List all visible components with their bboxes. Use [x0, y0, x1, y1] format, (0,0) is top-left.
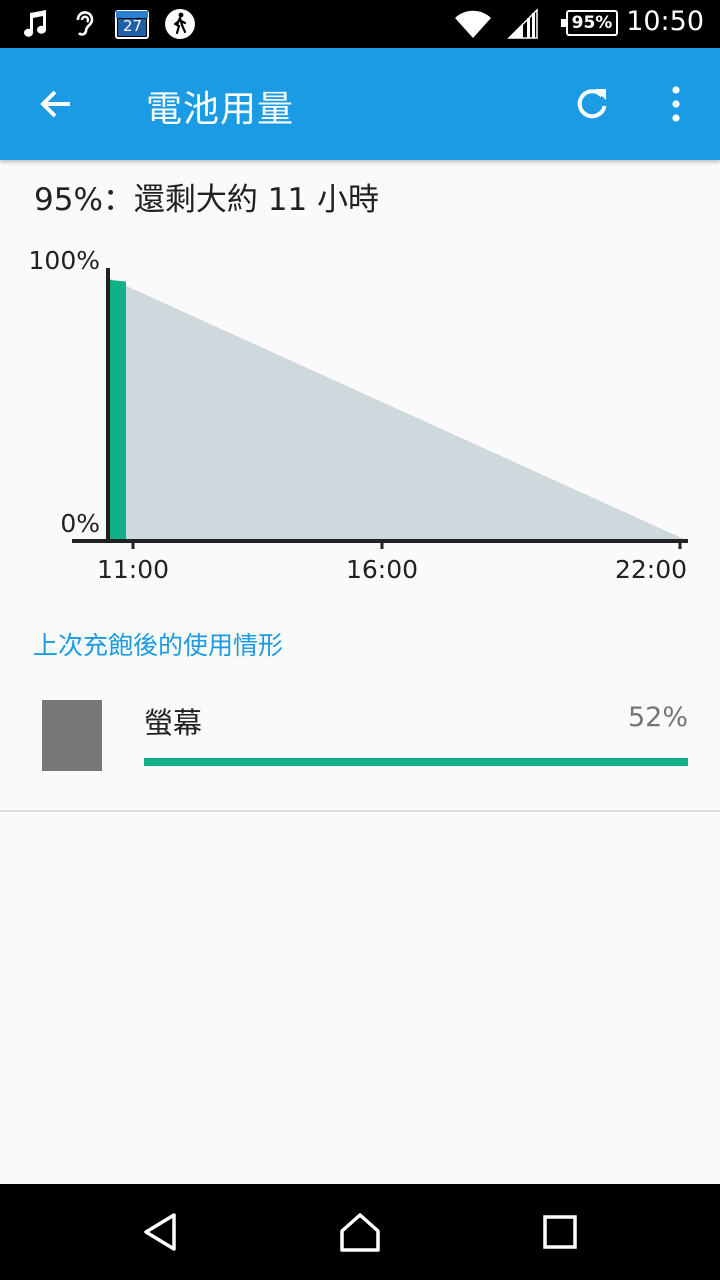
y-label-100: 100%	[29, 246, 100, 275]
nav-back-button[interactable]	[120, 1202, 200, 1262]
divider	[0, 810, 720, 812]
page-title: 電池用量	[146, 89, 295, 130]
walking-icon	[164, 8, 196, 40]
usage-bar-fill	[144, 758, 688, 766]
home-icon	[340, 1213, 380, 1252]
x-label-11: 11:00	[97, 555, 169, 584]
refresh-button[interactable]	[564, 76, 620, 132]
cell-signal-icon	[506, 8, 540, 40]
screen-icon	[42, 700, 102, 771]
navigation-bar	[0, 1184, 720, 1280]
x-label-16: 16:00	[346, 555, 418, 584]
battery-summary: 95%：還剩大約 11 小時	[34, 182, 380, 218]
status-bar: 27 95% 10:50	[0, 0, 720, 48]
refresh-icon	[577, 89, 607, 119]
app-bar: 電池用量	[0, 48, 720, 160]
x-label-22: 22:00	[615, 555, 687, 584]
calendar-icon: 27	[114, 8, 150, 40]
back-triangle-icon	[144, 1213, 176, 1251]
battery-level: 95%	[571, 13, 613, 33]
back-button[interactable]	[28, 76, 84, 132]
arrow-back-icon	[40, 90, 70, 118]
wifi-icon	[452, 8, 494, 40]
usage-item-screen[interactable]: 螢幕 52%	[0, 682, 720, 792]
nav-recents-button[interactable]	[520, 1202, 600, 1262]
y-label-0: 0%	[60, 509, 100, 538]
usage-bar	[144, 758, 688, 766]
nav-home-button[interactable]	[320, 1202, 400, 1262]
more-vert-icon	[672, 86, 680, 122]
usage-percent: 52%	[627, 702, 688, 733]
status-time: 10:50	[626, 6, 704, 37]
usage-label: 螢幕	[144, 706, 203, 740]
calendar-date: 27	[123, 17, 143, 35]
hearing-icon	[70, 8, 100, 40]
section-header: 上次充飽後的使用情形	[33, 631, 284, 660]
recents-square-icon	[543, 1215, 577, 1249]
battery-usage-chart: 100% 0% 11:00 16:00 22:00	[29, 246, 688, 584]
projected-discharge-area	[110, 278, 686, 540]
battery-icon: 95%	[561, 10, 618, 36]
more-options-button[interactable]	[648, 76, 704, 132]
music-note-icon	[20, 8, 52, 40]
actual-usage-area	[110, 280, 126, 540]
